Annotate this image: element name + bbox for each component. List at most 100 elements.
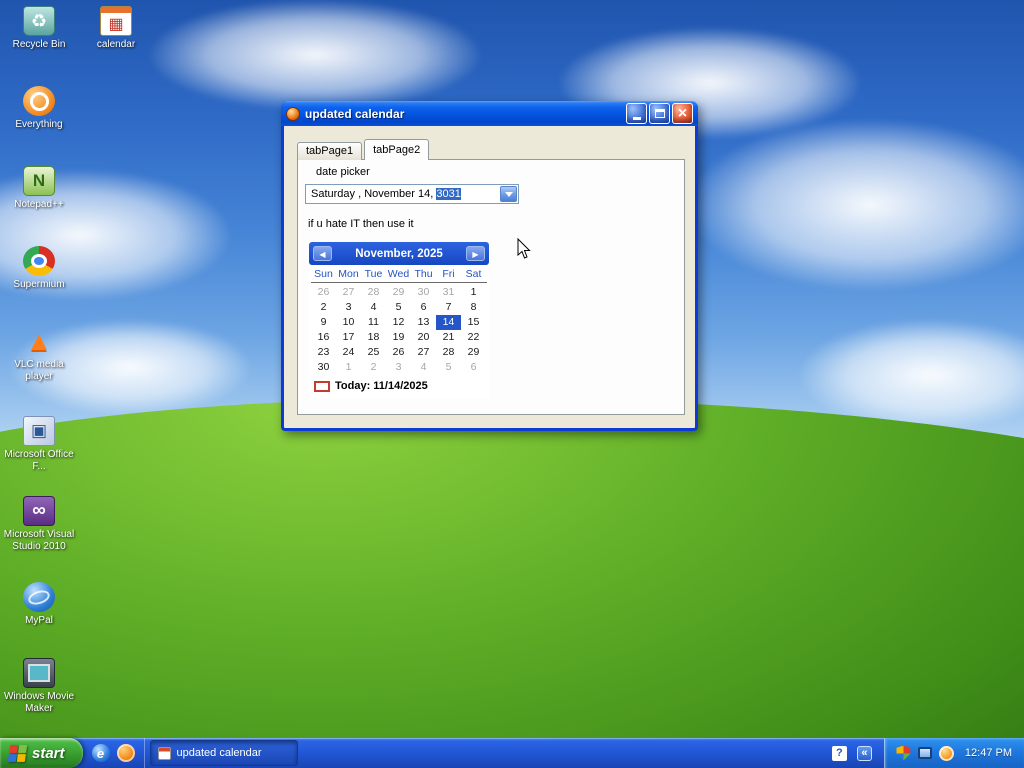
desktop-icon-ms-office[interactable]: Microsoft Office F... <box>2 416 76 473</box>
calendar-day[interactable]: 12 <box>386 315 411 330</box>
calendar-day[interactable]: 21 <box>436 330 461 345</box>
desktop-icon-everything[interactable]: Everything <box>2 86 76 131</box>
browser-icon[interactable] <box>116 744 135 762</box>
maximize-button[interactable] <box>649 103 670 124</box>
calendar-day[interactable]: 26 <box>311 285 336 300</box>
window-titlebar[interactable]: updated calendar <box>281 101 698 126</box>
combo-dropdown-button[interactable] <box>500 186 517 202</box>
internet-explorer-icon[interactable] <box>91 744 110 762</box>
calendar-day[interactable]: 27 <box>336 285 361 300</box>
calendar-day[interactable]: 8 <box>461 300 486 315</box>
app-window: updated calendar tabPage1 tabPage2 date … <box>281 101 698 431</box>
calendar-header: November, 2025 <box>309 242 489 265</box>
tab-tabpage2[interactable]: tabPage2 <box>364 139 430 160</box>
calendar-day[interactable]: 10 <box>336 315 361 330</box>
calendar-day[interactable]: 9 <box>311 315 336 330</box>
calendar-day[interactable]: 11 <box>361 315 386 330</box>
desktop-icon-calendar-shortcut[interactable]: calendar <box>79 6 153 51</box>
calendar-prev-button[interactable] <box>313 246 332 261</box>
month-calendar: November, 2025 SunMonTueWedThuFriSat 262… <box>309 242 489 399</box>
calendar-day[interactable]: 28 <box>436 345 461 360</box>
taskbar-task-button[interactable]: updated calendar <box>149 740 298 766</box>
date-picker-selected-text: 3031 <box>436 188 461 200</box>
desktop-icon-mypal[interactable]: MyPal <box>2 582 76 627</box>
quick-launch <box>83 738 145 768</box>
calendar-day[interactable]: 25 <box>361 345 386 360</box>
calendar-day[interactable]: 5 <box>436 360 461 375</box>
chevron-down-icon <box>504 191 513 197</box>
start-button-label: start <box>32 744 65 762</box>
calendar-day[interactable]: 30 <box>311 360 336 375</box>
calendar-day-selected[interactable]: 14 <box>436 315 461 330</box>
tab-tabpage1[interactable]: tabPage1 <box>297 142 363 160</box>
date-picker-label: date picker <box>316 166 370 178</box>
window-client-area: tabPage1 tabPage2 date picker Saturday ,… <box>284 126 695 428</box>
calendar-month-label[interactable]: November, 2025 <box>355 248 443 260</box>
calendar-day[interactable]: 3 <box>336 300 361 315</box>
desktop-icon-recycle-bin[interactable]: Recycle Bin <box>2 6 76 51</box>
desktop-icon-label: MyPal <box>25 615 53 626</box>
desktop-icon-supermium[interactable]: Supermium <box>2 246 76 291</box>
calendar-day[interactable]: 20 <box>411 330 436 345</box>
calendar-day[interactable]: 6 <box>411 300 436 315</box>
desktop-icon-label: Everything <box>15 119 63 130</box>
calendar-next-button[interactable] <box>466 246 485 261</box>
desktop-icon-movie-maker[interactable]: Windows Movie Maker <box>2 658 76 715</box>
calendar-day[interactable]: 30 <box>411 285 436 300</box>
calendar-day[interactable]: 4 <box>411 360 436 375</box>
calendar-day[interactable]: 16 <box>311 330 336 345</box>
calendar-day[interactable]: 26 <box>386 345 411 360</box>
calendar-day[interactable]: 7 <box>436 300 461 315</box>
calendar-day[interactable]: 1 <box>461 285 486 300</box>
help-icon[interactable] <box>831 745 847 761</box>
calendar-day[interactable]: 29 <box>386 285 411 300</box>
calendar-day[interactable]: 19 <box>386 330 411 345</box>
vlc-icon <box>23 326 55 356</box>
calendar-dow-row: Sun Mon Tue Wed Thu Fri Sat <box>311 268 487 283</box>
calendar-day[interactable]: 23 <box>311 345 336 360</box>
calendar-day[interactable]: 29 <box>461 345 486 360</box>
taskbar: start updated calendar 12:47 PM <box>0 738 1024 768</box>
hide-icons-icon[interactable] <box>856 745 872 761</box>
dow-mon: Mon <box>338 268 359 280</box>
everything-icon <box>23 86 55 116</box>
calendar-day[interactable]: 1 <box>336 360 361 375</box>
close-button[interactable] <box>672 103 693 124</box>
tab-strip: tabPage1 tabPage2 <box>284 126 695 160</box>
calendar-day[interactable]: 3 <box>386 360 411 375</box>
desktop-icon-visual-studio[interactable]: Microsoft Visual Studio 2010 <box>2 496 76 553</box>
desktop-icon-label: Recycle Bin <box>12 39 66 50</box>
desktop-icon-label: calendar <box>96 39 136 50</box>
calendar-day[interactable]: 6 <box>461 360 486 375</box>
calendar-day[interactable]: 2 <box>311 300 336 315</box>
system-tray: 12:47 PM <box>883 738 1024 768</box>
calendar-day[interactable]: 15 <box>461 315 486 330</box>
calendar-day[interactable]: 22 <box>461 330 486 345</box>
calendar-day[interactable]: 18 <box>361 330 386 345</box>
ms-office-icon <box>23 416 55 446</box>
calendar-day[interactable]: 24 <box>336 345 361 360</box>
security-shield-icon[interactable] <box>896 745 911 761</box>
calendar-day[interactable]: 27 <box>411 345 436 360</box>
recycle-bin-icon <box>23 6 55 36</box>
calendar-day[interactable]: 28 <box>361 285 386 300</box>
dow-sun: Sun <box>314 268 333 280</box>
app-icon <box>286 106 300 121</box>
minimize-button[interactable] <box>626 103 647 124</box>
calendar-day[interactable]: 17 <box>336 330 361 345</box>
search-icon[interactable] <box>938 745 954 761</box>
calendar-day[interactable]: 31 <box>436 285 461 300</box>
taskbar-tools <box>820 738 884 768</box>
start-button[interactable]: start <box>0 738 83 768</box>
calendar-today-row[interactable]: Today: 11/14/2025 <box>309 375 489 399</box>
calendar-day[interactable]: 5 <box>386 300 411 315</box>
date-picker-combo[interactable]: Saturday , November 14, 3031 <box>305 184 519 204</box>
today-outline-icon <box>314 380 330 392</box>
network-icon[interactable] <box>917 747 932 759</box>
desktop-icon-vlc[interactable]: VLC media player <box>2 326 76 383</box>
calendar-day[interactable]: 2 <box>361 360 386 375</box>
supermium-icon <box>23 246 55 276</box>
calendar-day[interactable]: 4 <box>361 300 386 315</box>
calendar-day[interactable]: 13 <box>411 315 436 330</box>
desktop-icon-notepad-plus[interactable]: Notepad++ <box>2 166 76 211</box>
